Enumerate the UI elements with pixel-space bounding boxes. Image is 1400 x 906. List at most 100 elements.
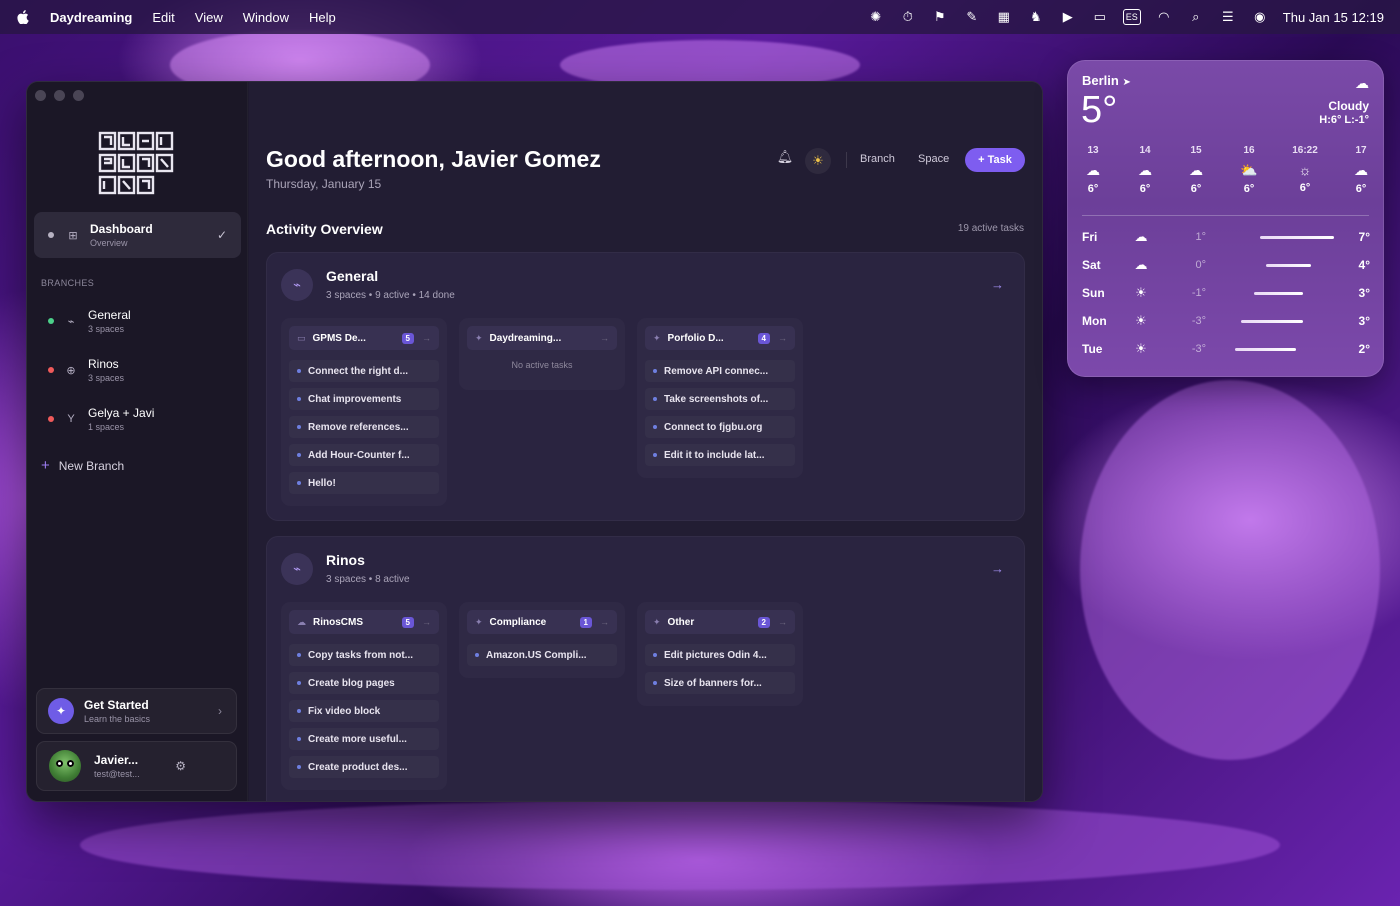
apple-menu-icon[interactable]: [16, 10, 30, 24]
close-button[interactable]: [35, 90, 46, 101]
space-card[interactable]: ✦ Compliance 1 → Amazon.US Compli...: [459, 602, 625, 678]
task-item[interactable]: Connect the right d...: [289, 360, 439, 382]
daily-row: Mon ☀ -3° 3°: [1082, 311, 1370, 331]
branch-label: Gelya + Javi: [88, 406, 155, 420]
space-header[interactable]: ✦ Compliance 1 →: [467, 610, 617, 634]
arrow-right-icon: →: [600, 333, 609, 343]
space-card[interactable]: ☁ RinosCMS 5 → Copy tasks from not... Creat…: [281, 602, 447, 790]
timer-icon[interactable]: ⏱: [899, 9, 917, 25]
space-header[interactable]: ✦ Other 2 →: [645, 610, 795, 634]
plus-icon: +: [41, 457, 50, 474]
daily-row: Sun ☀ -1° 3°: [1082, 283, 1370, 303]
add-task-button[interactable]: + Task: [965, 148, 1025, 172]
task-item[interactable]: Edit pictures Odin 4...: [645, 644, 795, 666]
sidebar: ⊞ Dashboard Overview ✓ BRANCHES ⌁ Genera…: [27, 82, 248, 801]
menu-edit[interactable]: Edit: [152, 10, 174, 25]
space-card[interactable]: ▭ GPMS De... 5 → Connect the right d... Cha…: [281, 318, 447, 506]
openai-icon[interactable]: ✺: [867, 9, 885, 25]
task-item[interactable]: Create blog pages: [289, 672, 439, 694]
branch-sub: 1 spaces: [88, 422, 125, 432]
zoom-button[interactable]: [73, 90, 84, 101]
task-item[interactable]: Amazon.US Compli...: [467, 644, 617, 666]
input-source-icon[interactable]: ES: [1122, 9, 1141, 25]
day-low: 0°: [1195, 259, 1206, 271]
user-card[interactable]: Javier... test@test... ⚙: [36, 741, 237, 791]
get-started-card[interactable]: ✦ Get Started Learn the basics ›: [36, 688, 237, 734]
sidebar-item-rinos[interactable]: ⊕ Rinos 3 spaces: [48, 357, 124, 383]
task-item[interactable]: Remove references...: [289, 416, 439, 438]
add-branch-button[interactable]: Branch: [860, 153, 895, 165]
task-item[interactable]: Connect to fjgbu.org: [645, 416, 795, 438]
task-dot: [475, 653, 479, 657]
new-branch-button[interactable]: + New Branch: [41, 457, 124, 474]
sidebar-item-gelya-javi[interactable]: Y Gelya + Javi 1 spaces: [48, 406, 154, 432]
hour-time: 17: [1355, 145, 1367, 156]
task-label: Connect to fjgbu.org: [664, 421, 763, 433]
space-card[interactable]: ✦ Porfolio D... 4 → Remove API connec... Ta…: [637, 318, 803, 478]
layout-icon[interactable]: ▦: [995, 9, 1013, 25]
task-item[interactable]: Copy tasks from not...: [289, 644, 439, 666]
folder-icon: ▭: [297, 332, 306, 343]
hour-time: 16:22: [1292, 145, 1318, 156]
task-dot: [297, 737, 301, 741]
menubar-clock[interactable]: Thu Jan 15 12:19: [1283, 10, 1384, 25]
elephant-icon[interactable]: ♞: [1027, 9, 1045, 25]
app-menu[interactable]: Daydreaming: [50, 10, 132, 25]
task-item[interactable]: Create more useful...: [289, 728, 439, 750]
add-space-button[interactable]: Space: [918, 153, 949, 165]
menu-window[interactable]: Window: [243, 10, 289, 25]
task-item[interactable]: Take screenshots of...: [645, 388, 795, 410]
cloud-icon: ☁: [297, 616, 306, 627]
task-label: Fix video block: [308, 705, 381, 717]
task-item[interactable]: Fix video block: [289, 700, 439, 722]
nav-dashboard[interactable]: ⊞ Dashboard Overview ✓: [34, 212, 241, 258]
arrow-right-icon[interactable]: →: [991, 561, 1004, 576]
arrow-right-icon[interactable]: →: [991, 277, 1004, 292]
hourly-item: 15 ☁ 6°: [1176, 145, 1216, 195]
day-high: 4°: [1358, 258, 1370, 272]
task-item[interactable]: Create product des...: [289, 756, 439, 778]
menu-help[interactable]: Help: [309, 10, 336, 25]
space-header[interactable]: ▭ GPMS De... 5 →: [289, 326, 439, 350]
app-window: ⊞ Dashboard Overview ✓ BRANCHES ⌁ Genera…: [26, 81, 1043, 802]
space-header[interactable]: ✦ Porfolio D... 4 →: [645, 326, 795, 350]
task-count-badge: 2: [757, 616, 770, 628]
bell-icon[interactable]: 🔔︎: [776, 148, 794, 166]
branch-sub: 3 spaces: [88, 324, 125, 334]
avatar[interactable]: [49, 750, 81, 782]
siri-icon[interactable]: ◉: [1251, 9, 1269, 25]
task-label: Create blog pages: [308, 677, 395, 689]
task-item[interactable]: Hello!: [289, 472, 439, 494]
control-center-icon[interactable]: ☰: [1219, 9, 1237, 25]
sun-icon: ☀: [1135, 341, 1147, 356]
search-icon[interactable]: ⌕: [1187, 9, 1205, 25]
minimize-button[interactable]: [54, 90, 65, 101]
space-header[interactable]: ☁ RinosCMS 5 →: [289, 610, 439, 634]
gear-icon[interactable]: ⚙: [175, 759, 186, 773]
theme-toggle-sun-icon[interactable]: ☀: [805, 148, 831, 174]
hour-temp: 6°: [1243, 183, 1255, 195]
space-header[interactable]: ✦ Daydreaming... →: [467, 326, 617, 350]
edit-icon[interactable]: ✎: [963, 9, 981, 25]
shortcut-icon[interactable]: ⚑: [931, 9, 949, 25]
task-item[interactable]: Add Hour-Counter f...: [289, 444, 439, 466]
main-content: Good afternoon, Javier Gomez Thursday, J…: [249, 82, 1042, 801]
hourly-item: 16:22 ☼ 6°: [1285, 145, 1325, 194]
space-card[interactable]: ✦ Daydreaming... → No active tasks: [459, 318, 625, 390]
wifi-icon[interactable]: ◠: [1155, 9, 1173, 25]
page-title: Good afternoon, Javier Gomez: [266, 146, 601, 172]
task-item[interactable]: Size of banners for...: [645, 672, 795, 694]
task-item[interactable]: Edit it to include lat...: [645, 444, 795, 466]
play-icon[interactable]: ▶: [1059, 9, 1077, 25]
weather-widget[interactable]: Berlin ➤ 5° ☁ Cloudy H:6° L:-1° 13 ☁ 6° 14…: [1067, 60, 1384, 377]
space-card[interactable]: ✦ Other 2 → Edit pictures Odin 4... Size of…: [637, 602, 803, 706]
task-item[interactable]: Remove API connec...: [645, 360, 795, 382]
menu-view[interactable]: View: [195, 10, 223, 25]
hour-time: 13: [1087, 145, 1099, 156]
battery-icon[interactable]: ▭: [1091, 9, 1109, 25]
sidebar-item-general[interactable]: ⌁ General 3 spaces: [48, 308, 131, 334]
day-low: -3°: [1191, 343, 1206, 355]
task-label: Remove references...: [308, 421, 409, 433]
divider: [1082, 215, 1369, 216]
task-item[interactable]: Chat improvements: [289, 388, 439, 410]
